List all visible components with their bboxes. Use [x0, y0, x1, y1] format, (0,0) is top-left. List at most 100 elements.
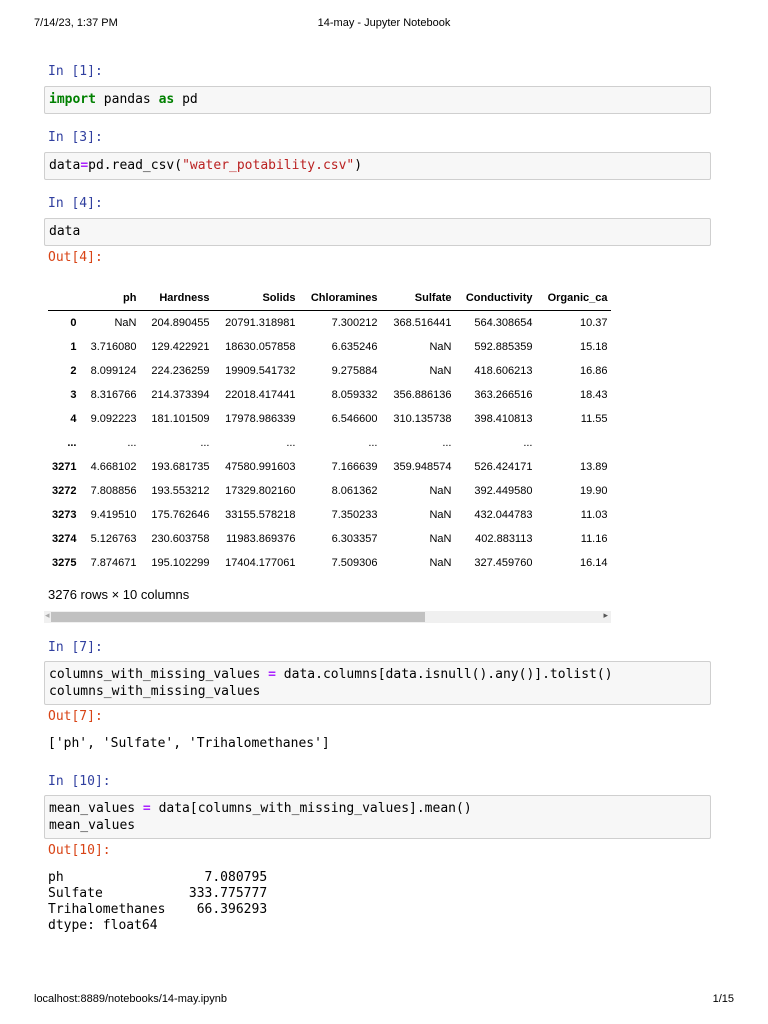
table-cell: ...: [368, 437, 378, 449]
table-row: 3271 4.668102 193.681735 47580.991603 7.1666…: [48, 455, 611, 479]
table-cell: 214.373394: [151, 389, 210, 401]
table-cell: 8.099124: [90, 365, 137, 377]
table-cell: 11983.869376: [225, 533, 296, 545]
table-cell: 363.266516: [474, 389, 533, 401]
code-token: columns_with_missing_values: [49, 667, 269, 682]
table-cell: 22018.417441: [225, 389, 296, 401]
code-cell[interactable]: data=pd.read_csv("water_potability.csv"): [44, 152, 711, 180]
input-prompt: In [3]:: [48, 130, 103, 145]
table-cell: 20791.318981: [225, 317, 296, 329]
code-token: =: [268, 667, 276, 682]
table-cell: 392.449580: [474, 485, 533, 497]
row-index: 2: [70, 365, 77, 377]
table-cell: 7.350233: [331, 509, 378, 521]
code-token: =: [80, 158, 89, 173]
table-header-row: ph Hardness Solids Chloramines Sulfate Conduc…: [48, 286, 611, 311]
cell-output: ['ph', 'Sulfate', 'Trihalomethanes']: [48, 736, 330, 751]
table-row: 3272 7.808856 193.553212 17329.802160 8.0613…: [48, 479, 611, 503]
table-row: .....................: [48, 431, 611, 455]
table-row: 0 NaN 204.890455 20791.318981 7.300212 368.51…: [48, 311, 611, 336]
table-cell: NaN: [429, 365, 452, 377]
table-cell: 47580.991603: [225, 461, 296, 473]
column-header: Conductivity: [455, 286, 537, 311]
cell-output: ph 7.080795 Sulfate 333.775777 Trihalome…: [48, 870, 268, 933]
column-header: [48, 286, 81, 311]
table-cell: 592.885359: [474, 341, 533, 353]
table-cell: 6.635246: [331, 341, 378, 353]
row-index: 3273: [52, 509, 77, 521]
table-cell: 5.126763: [90, 533, 137, 545]
code-cell[interactable]: mean_values = data[columns_with_missing_…: [44, 795, 711, 839]
table-cell: 526.424171: [474, 461, 533, 473]
table-cell: 16.86: [579, 365, 608, 377]
table-cell: 17329.802160: [225, 485, 296, 497]
table-row: 4 9.092223 181.101509 17978.986339 6.546600 3…: [48, 407, 611, 431]
dataframe-table: ph Hardness Solids Chloramines Sulfate Conduc…: [48, 286, 611, 575]
row-index: 4: [70, 413, 77, 425]
horizontal-scrollbar[interactable]: ◂ ▸: [44, 610, 611, 623]
table-cell: 368.516441: [393, 317, 452, 329]
table-cell: 7.509306: [331, 557, 378, 569]
table-cell: 418.606213: [474, 365, 533, 377]
dataframe-shape: 3276 rows × 10 columns: [48, 587, 190, 602]
footer-page: 1/15: [712, 993, 734, 1005]
input-prompt: In [4]:: [48, 196, 103, 211]
table-cell: 359.948574: [393, 461, 452, 473]
code-token: as: [158, 92, 175, 107]
table-cell: 16.14: [579, 557, 608, 569]
code-token: =: [142, 801, 151, 816]
input-prompt: In [10]:: [48, 774, 111, 789]
code-token: data: [49, 158, 81, 173]
code-token: pd.read_csv(: [88, 158, 183, 173]
table-cell: 402.883113: [475, 533, 533, 545]
code-cell[interactable]: data: [44, 218, 711, 246]
table-cell: ...: [286, 437, 296, 449]
table-cell: NaN: [429, 557, 452, 569]
table-cell: 11.03: [580, 509, 608, 521]
code-cell[interactable]: import pandas as pd: [44, 86, 711, 114]
column-header: ph: [80, 286, 141, 311]
code-token: data: [49, 224, 81, 239]
print-title: 14-may - Jupyter Notebook: [317, 17, 451, 29]
table-row: 3274 5.126763 230.603758 11983.869376 6.3033…: [48, 527, 611, 551]
table-cell: 9.419510: [90, 509, 137, 521]
input-prompt: In [1]:: [48, 64, 103, 79]
table-cell: 15.18: [579, 341, 608, 353]
table-cell: 18630.057858: [225, 341, 296, 353]
dataframe-output: ph Hardness Solids Chloramines Sulfate Conduc…: [48, 286, 611, 576]
output-prompt: Out[10]:: [48, 843, 111, 858]
table-cell: 195.102299: [151, 557, 210, 569]
table-cell: 3.716080: [90, 341, 137, 353]
table-cell: 6.303357: [331, 533, 378, 545]
scroll-left-arrow[interactable]: ◂: [45, 610, 50, 621]
table-cell: 129.422921: [151, 341, 210, 353]
scrollbar-thumb[interactable]: [51, 612, 426, 622]
row-index: 3275: [52, 557, 77, 569]
table-cell: 193.681735: [151, 461, 210, 473]
table-cell: 17404.177061: [225, 557, 296, 569]
table-cell: 11.16: [580, 533, 608, 545]
column-header: Solids: [213, 286, 300, 311]
table-cell: 33155.578218: [225, 509, 296, 521]
output-prompt: Out[7]:: [48, 709, 103, 724]
code-token: import: [49, 92, 96, 107]
table-cell: NaN: [429, 533, 452, 545]
column-header: Sulfate: [381, 286, 456, 311]
code-token: mean_values: [49, 801, 143, 816]
column-header: Chloramines: [299, 286, 382, 311]
row-index: 3274: [52, 533, 77, 545]
table-row: 2 8.099124 224.236259 19909.541732 9.275884 N…: [48, 359, 611, 383]
table-cell: 432.044783: [474, 509, 533, 521]
table-row: 3 8.316766 214.373394 22018.417441 8.059332 3…: [48, 383, 611, 407]
table-cell: 9.275884: [331, 365, 378, 377]
scroll-right-arrow[interactable]: ▸: [603, 610, 608, 621]
table-cell: 4.668102: [90, 461, 137, 473]
table-cell: 398.410813: [474, 413, 533, 425]
table-cell: 18.43: [579, 389, 608, 401]
code-cell[interactable]: columns_with_missing_values = data.colum…: [44, 661, 711, 705]
table-cell: 327.459760: [474, 557, 533, 569]
table-cell: NaN: [114, 317, 137, 329]
table-cell: 356.886136: [393, 389, 452, 401]
table-cell: 19.90: [579, 485, 608, 497]
column-header: Organic_ca: [536, 286, 611, 311]
